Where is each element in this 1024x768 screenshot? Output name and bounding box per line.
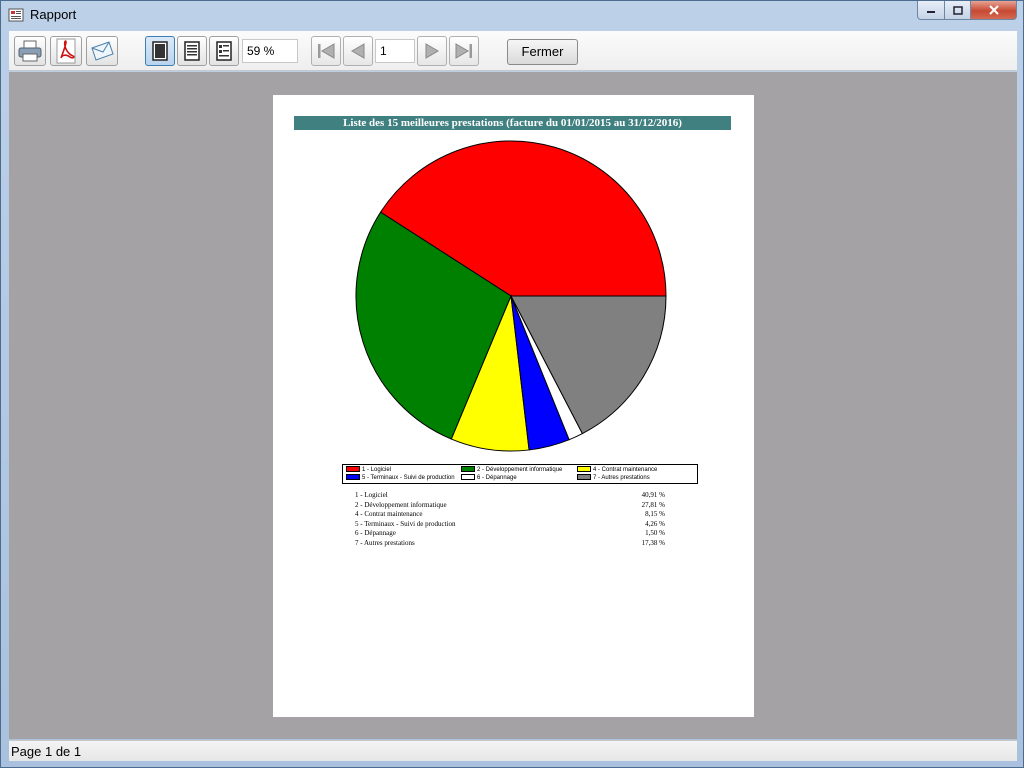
row-value: 17,38 %: [641, 538, 665, 547]
legend-label: 5 - Terminaux - Suivi de production: [362, 475, 455, 481]
legend-swatch: [461, 474, 475, 481]
legend-swatch: [346, 466, 360, 473]
legend-item: 1 - Logiciel: [346, 466, 391, 474]
toolbar: 59 % 1 Fermer: [9, 31, 1017, 71]
legend-label: 6 - Dépannage: [477, 475, 517, 481]
legend-item: 7 - Autres prestations: [577, 474, 650, 482]
pdf-icon: [56, 38, 76, 64]
view-multi-page-button[interactable]: [209, 36, 239, 66]
first-page-icon: [318, 43, 335, 59]
view-full-page-button[interactable]: [145, 36, 175, 66]
row-value: 27,81 %: [641, 500, 665, 509]
row-value: 1,50 %: [645, 529, 665, 538]
next-page-button[interactable]: [417, 36, 447, 66]
printer-icon: [18, 40, 42, 62]
row-value: 40,91 %: [641, 491, 665, 499]
minimize-icon: [927, 11, 935, 13]
row-label: 1 - Logiciel: [355, 491, 388, 499]
view-page-width-button[interactable]: [177, 36, 207, 66]
export-pdf-button[interactable]: [50, 36, 82, 66]
row-label: 2 - Développement informatique: [355, 500, 447, 509]
row-label: 7 - Autres prestations: [355, 538, 415, 547]
print-button[interactable]: [14, 36, 46, 66]
pie-chart: [355, 140, 667, 452]
first-page-button[interactable]: [311, 36, 341, 66]
legend-label: 4 - Contrat maintenance: [593, 467, 658, 473]
legend-label: 1 - Logiciel: [362, 467, 392, 473]
legend-swatch: [461, 466, 475, 473]
table-row: 2 - Développement informatique 27,81 %: [355, 501, 665, 511]
legend-swatch: [346, 474, 360, 481]
window-close-button[interactable]: [971, 1, 1017, 20]
window-title: Rapport: [30, 7, 77, 22]
next-page-icon: [425, 43, 439, 59]
full-page-icon: [152, 41, 168, 61]
report-window: Rapport 59 % 1 Fermer Liste des 15 meill…: [0, 0, 1024, 768]
report-app-icon: [8, 8, 24, 22]
status-bar: Page 1 de 1: [9, 740, 1017, 761]
table-row: 5 - Terminaux - Suivi de production 4,26 …: [355, 520, 665, 530]
chart-legend: 1 - Logiciel 2 - Développement informatiq…: [342, 464, 698, 484]
page-width-icon: [184, 41, 200, 61]
legend-item: 5 - Terminaux - Suivi de production: [346, 474, 455, 482]
row-value: 4,26 %: [645, 519, 665, 528]
zoom-input[interactable]: 59 %: [242, 39, 298, 63]
legend-item: 6 - Dépannage: [461, 474, 517, 482]
email-icon: [91, 41, 114, 61]
legend-item: 4 - Contrat maintenance: [577, 466, 657, 474]
maximize-icon: [952, 5, 963, 15]
table-row: 1 - Logiciel 40,91 %: [355, 491, 665, 501]
legend-swatch: [577, 474, 591, 481]
status-text: Page 1 de 1: [11, 744, 82, 759]
row-value: 8,15 %: [645, 510, 665, 519]
minimize-button[interactable]: [917, 1, 945, 20]
row-label: 6 - Dépannage: [355, 529, 396, 538]
last-page-icon: [455, 43, 472, 59]
legend-label: 7 - Autres prestations: [593, 475, 650, 481]
legend-swatch: [577, 466, 591, 473]
multi-page-icon: [216, 41, 232, 61]
row-label: 4 - Contrat maintenance: [355, 510, 423, 519]
last-page-button[interactable]: [449, 36, 479, 66]
previous-page-icon: [351, 43, 365, 59]
row-label: 5 - Terminaux - Suivi de production: [355, 519, 456, 528]
send-email-button[interactable]: [86, 36, 118, 66]
fermer-button[interactable]: Fermer: [507, 39, 578, 65]
window-controls: [917, 1, 1017, 21]
table-row: 4 - Contrat maintenance 8,15 %: [355, 510, 665, 520]
previous-page-button[interactable]: [343, 36, 373, 66]
preview-area[interactable]: Liste des 15 meilleures prestations (fac…: [9, 72, 1017, 739]
table-row: 7 - Autres prestations 17,38 %: [355, 539, 665, 549]
title-bar: Rapport: [1, 1, 1023, 30]
legend-label: 2 - Développement informatique: [477, 467, 563, 473]
legend-item: 2 - Développement informatique: [461, 466, 562, 474]
data-table: 1 - Logiciel 40,91 % 2 - Développement inf…: [355, 491, 665, 549]
maximize-button[interactable]: [945, 1, 971, 20]
close-icon: [988, 5, 999, 15]
report-page: Liste des 15 meilleures prestations (fac…: [273, 95, 754, 717]
table-row: 6 - Dépannage 1,50 %: [355, 529, 665, 539]
page-number-input[interactable]: 1: [375, 39, 415, 63]
